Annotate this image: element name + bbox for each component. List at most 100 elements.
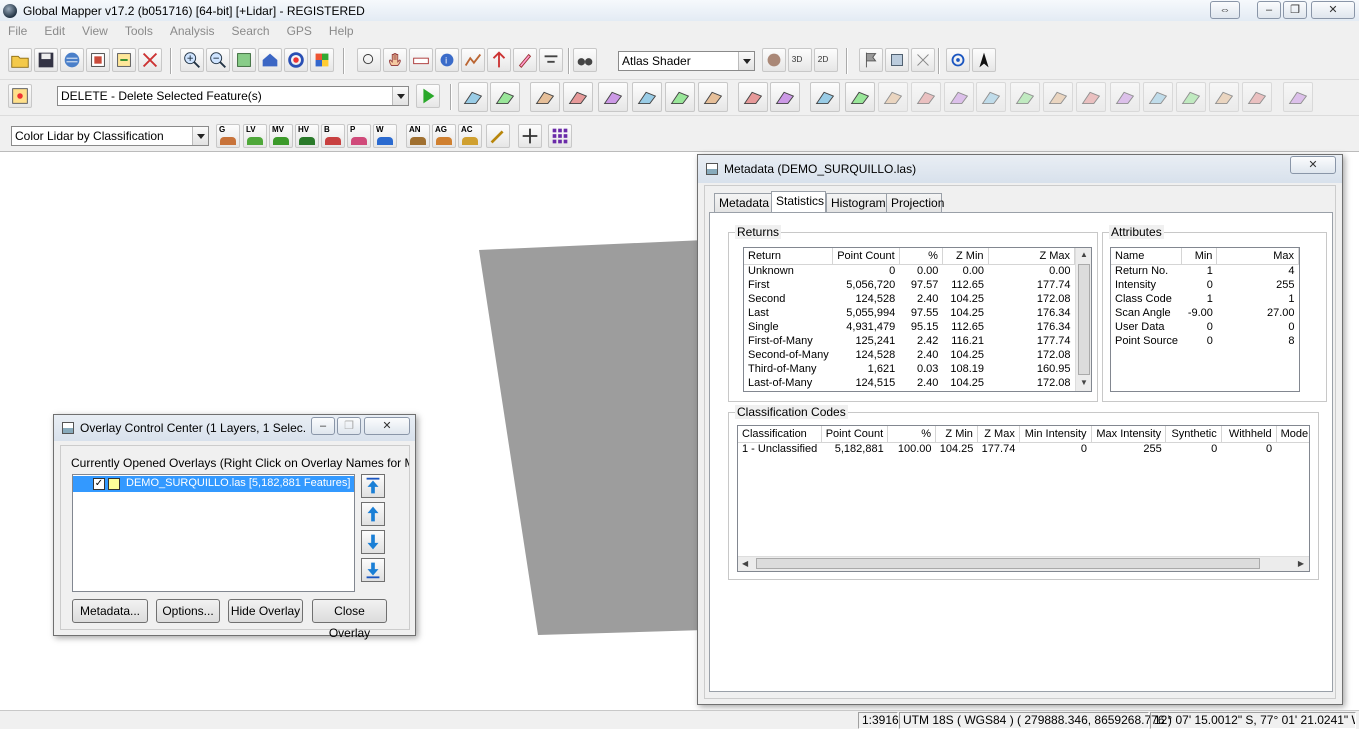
col-min-intensity[interactable]: Min Intensity — [1019, 426, 1092, 443]
zoom-out-icon[interactable] — [206, 48, 230, 72]
checkbox-checked[interactable]: ✓ — [93, 478, 105, 490]
col-max-intensity[interactable]: Max Intensity — [1091, 426, 1167, 443]
col-classification[interactable]: Classification — [738, 426, 822, 443]
lidar-filter-lv-icon[interactable]: LV — [243, 124, 267, 148]
close-overlay-button[interactable]: Close Overlay — [312, 599, 387, 640]
layer-stack-icon[interactable] — [885, 48, 909, 72]
returns-row[interactable]: Single 4,931,479 95.15 112.65 176.34 — [744, 320, 1075, 334]
move-to-top-icon[interactable] — [361, 474, 385, 498]
close-button[interactable]: ✕ — [364, 417, 410, 435]
scroll-right-icon[interactable]: ▶ — [1298, 559, 1304, 568]
view-shed-icon[interactable] — [487, 48, 511, 72]
attribute-row[interactable]: Return No. 1 4 — [1111, 264, 1299, 278]
gps-target-icon[interactable] — [946, 48, 970, 72]
chevron-down-icon[interactable] — [738, 52, 754, 70]
returns-row[interactable]: Last 5,055,994 97.55 104.25 176.34 — [744, 306, 1075, 320]
shader-select[interactable]: Atlas Shader — [618, 51, 755, 71]
horizontal-scrollbar[interactable]: ◀ ▶ — [738, 556, 1309, 571]
zoom-to-layer-icon[interactable] — [232, 48, 256, 72]
returns-row[interactable]: Third-of-Many 1,621 0.03 108.19 160.95 — [744, 362, 1075, 376]
combine-icon[interactable] — [665, 82, 695, 112]
split-icon[interactable] — [738, 82, 768, 112]
col-z-max[interactable]: Z Max — [977, 426, 1020, 443]
move-feature-icon[interactable] — [598, 82, 628, 112]
select-icon[interactable] — [1043, 82, 1073, 112]
col-return[interactable]: Return — [744, 248, 834, 265]
chevron-down-icon[interactable] — [392, 87, 408, 105]
lidar-filter-b-icon[interactable]: B — [321, 124, 345, 148]
tab-projection[interactable]: Projection — [886, 193, 944, 212]
crop-icon[interactable] — [911, 82, 941, 112]
open-folder-icon[interactable] — [8, 48, 32, 72]
returns-row[interactable]: Second-of-Many 124,528 2.40 104.25 172.08 — [744, 348, 1075, 362]
menu-search[interactable]: Search — [224, 24, 279, 38]
flag-icon[interactable] — [859, 48, 883, 72]
layout-grid-icon[interactable] — [310, 48, 334, 72]
menu-tools[interactable]: Tools — [117, 24, 162, 38]
shader-settings-icon[interactable] — [762, 48, 786, 72]
scrollbar-thumb[interactable] — [1078, 264, 1090, 375]
col-mode[interactable]: Mode — [1276, 426, 1309, 443]
move-to-bottom-icon[interactable] — [361, 558, 385, 582]
scroll-down-icon[interactable]: ▼ — [1080, 378, 1088, 387]
vertical-scrollbar[interactable]: ▲ ▼ — [1075, 248, 1091, 391]
col-percent[interactable]: % — [887, 426, 937, 443]
chevron-down-icon[interactable] — [192, 127, 208, 145]
label-icon[interactable] — [1176, 82, 1206, 112]
binoculars-icon[interactable] — [573, 48, 597, 72]
minimize-button[interactable]: – — [311, 417, 335, 435]
path-profile-icon[interactable] — [461, 48, 485, 72]
copy-icon[interactable] — [1143, 82, 1173, 112]
hide-overlay-button[interactable]: Hide Overlay — [228, 599, 303, 623]
digitizer-icon[interactable] — [513, 48, 537, 72]
move-up-icon[interactable] — [361, 502, 385, 526]
col-point-count[interactable]: Point Count — [832, 248, 900, 265]
classification-row[interactable]: 1 - Unclassified 5,182,881 100.00 104.25 177… — [738, 442, 1309, 456]
feature-info-icon[interactable]: i — [435, 48, 459, 72]
refresh-icon[interactable] — [284, 48, 308, 72]
col-percent[interactable]: % — [899, 248, 943, 265]
2d-view-icon[interactable]: 2D — [814, 48, 838, 72]
minimize-button[interactable]: – — [1257, 1, 1281, 19]
merge-icon[interactable] — [1076, 82, 1106, 112]
col-synthetic[interactable]: Synthetic — [1165, 426, 1222, 443]
lidar-color-select[interactable]: Color Lidar by Classification — [11, 126, 209, 146]
col-name[interactable]: Name — [1111, 248, 1183, 265]
lidar-filter-g-icon[interactable]: G — [216, 124, 240, 148]
north-arrow-icon[interactable] — [972, 48, 996, 72]
scrollbar-thumb[interactable] — [756, 558, 1260, 569]
create-area-icon[interactable] — [458, 82, 488, 112]
metadata-button[interactable]: Metadata... — [72, 599, 148, 623]
lidar-filter-ac-icon[interactable]: AC — [458, 124, 482, 148]
col-z-max[interactable]: Z Max — [988, 248, 1076, 265]
options-button[interactable]: Options... — [156, 599, 220, 623]
edit-vertices-icon[interactable] — [563, 82, 593, 112]
returns-row[interactable]: First 5,056,720 97.57 112.65 177.74 — [744, 278, 1075, 292]
crosshair-lines-icon[interactable] — [911, 48, 935, 72]
menu-edit[interactable]: Edit — [36, 24, 74, 38]
menu-gps[interactable]: GPS — [279, 24, 321, 38]
lidar-filter-ag-icon[interactable]: AG — [432, 124, 456, 148]
tab-histogram[interactable]: Histogram — [826, 193, 887, 212]
dialog-title-bar[interactable]: Overlay Control Center (1 Layers, 1 Sele… — [54, 415, 415, 441]
smooth-icon[interactable] — [878, 82, 908, 112]
move-down-icon[interactable] — [361, 530, 385, 554]
returns-row[interactable]: First-of-Many 125,241 2.42 116.21 177.74 — [744, 334, 1075, 348]
home-icon[interactable] — [258, 48, 282, 72]
scroll-up-icon[interactable]: ▲ — [1080, 250, 1088, 259]
col-min[interactable]: Min — [1181, 248, 1218, 265]
trace-icon[interactable] — [770, 82, 800, 112]
3d-view-icon[interactable]: 3D — [788, 48, 812, 72]
attributes-icon[interactable] — [1110, 82, 1140, 112]
menu-analysis[interactable]: Analysis — [162, 24, 224, 38]
menu-help[interactable]: Help — [321, 24, 363, 38]
col-z-min[interactable]: Z Min — [942, 248, 989, 265]
feature-flip-icon[interactable] — [1283, 82, 1313, 112]
scale-icon[interactable] — [976, 82, 1006, 112]
scroll-left-icon[interactable]: ◀ — [742, 559, 748, 568]
attribute-row[interactable]: Scan Angle -9.00 27.00 — [1111, 306, 1299, 320]
style-icon[interactable] — [1209, 82, 1239, 112]
maximize-button[interactable]: ❐ — [337, 417, 361, 435]
attribute-row[interactable]: Intensity 0 255 — [1111, 278, 1299, 292]
play-icon[interactable] — [416, 84, 440, 108]
